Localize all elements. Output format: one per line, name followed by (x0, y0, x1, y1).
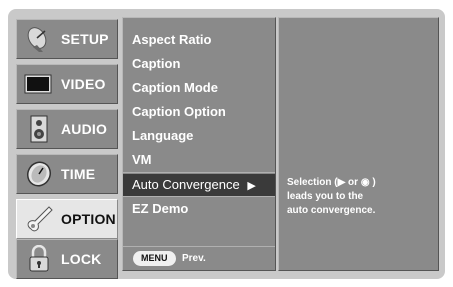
help-line-2: leads you to the (287, 191, 364, 202)
help-panel: Selection (▶ or ◉ ) leads you to the aut… (278, 17, 439, 271)
tab-lock[interactable]: LOCK (16, 239, 118, 279)
play-arrow-icon: ▶ (247, 180, 256, 192)
tab-setup[interactable]: SETUP (16, 19, 118, 59)
menu-item-ez-demo[interactable]: EZ Demo (132, 198, 188, 220)
menu-item-auto-convergence[interactable]: Auto Convergence ▶ (123, 174, 275, 196)
menu-footer: MENU Prev. (123, 246, 275, 270)
help-text-suffix: ) (369, 177, 376, 188)
menu-item-caption[interactable]: Caption (132, 53, 180, 75)
help-line-3: auto convergence. (287, 205, 376, 216)
tab-label: VIDEO (61, 76, 106, 92)
menu-item-aspect-ratio[interactable]: Aspect Ratio (132, 29, 211, 51)
tab-label: SETUP (61, 31, 109, 47)
speaker-icon (23, 115, 55, 143)
help-text-or: or (345, 177, 361, 188)
menu-divider (123, 172, 275, 173)
help-line-1: Selection (▶ or ◉ ) (287, 176, 433, 190)
tab-label: LOCK (61, 251, 102, 267)
tab-option[interactable]: OPTION (16, 199, 118, 239)
menu-item-caption-option[interactable]: Caption Option (132, 101, 226, 123)
menu-item-label: Auto Convergence (132, 177, 240, 192)
menu-button[interactable]: MENU (133, 251, 176, 266)
satellite-dish-icon (23, 25, 55, 53)
option-stylus-icon (23, 205, 55, 233)
menu-item-language[interactable]: Language (132, 125, 193, 147)
prev-label: Prev. (182, 253, 206, 264)
tab-video[interactable]: VIDEO (16, 64, 118, 104)
help-text: Selection (▶ or ◉ ) leads you to the aut… (287, 176, 433, 218)
tab-time[interactable]: TIME (16, 154, 118, 194)
padlock-icon (23, 244, 55, 273)
tab-audio[interactable]: AUDIO (16, 109, 118, 149)
menu-item-caption-mode[interactable]: Caption Mode (132, 77, 218, 99)
tab-label: OPTION (61, 211, 116, 227)
tab-label: AUDIO (61, 121, 108, 137)
ok-button-icon: ◉ (360, 177, 370, 188)
help-text-prefix: Selection ( (287, 177, 338, 188)
clock-icon (23, 160, 55, 188)
tab-label: TIME (61, 166, 96, 182)
menu-item-vm[interactable]: VM (132, 149, 152, 171)
menu-divider (123, 196, 275, 197)
monitor-icon (23, 70, 55, 98)
option-menu-list: Aspect Ratio Caption Caption Mode Captio… (122, 17, 276, 271)
